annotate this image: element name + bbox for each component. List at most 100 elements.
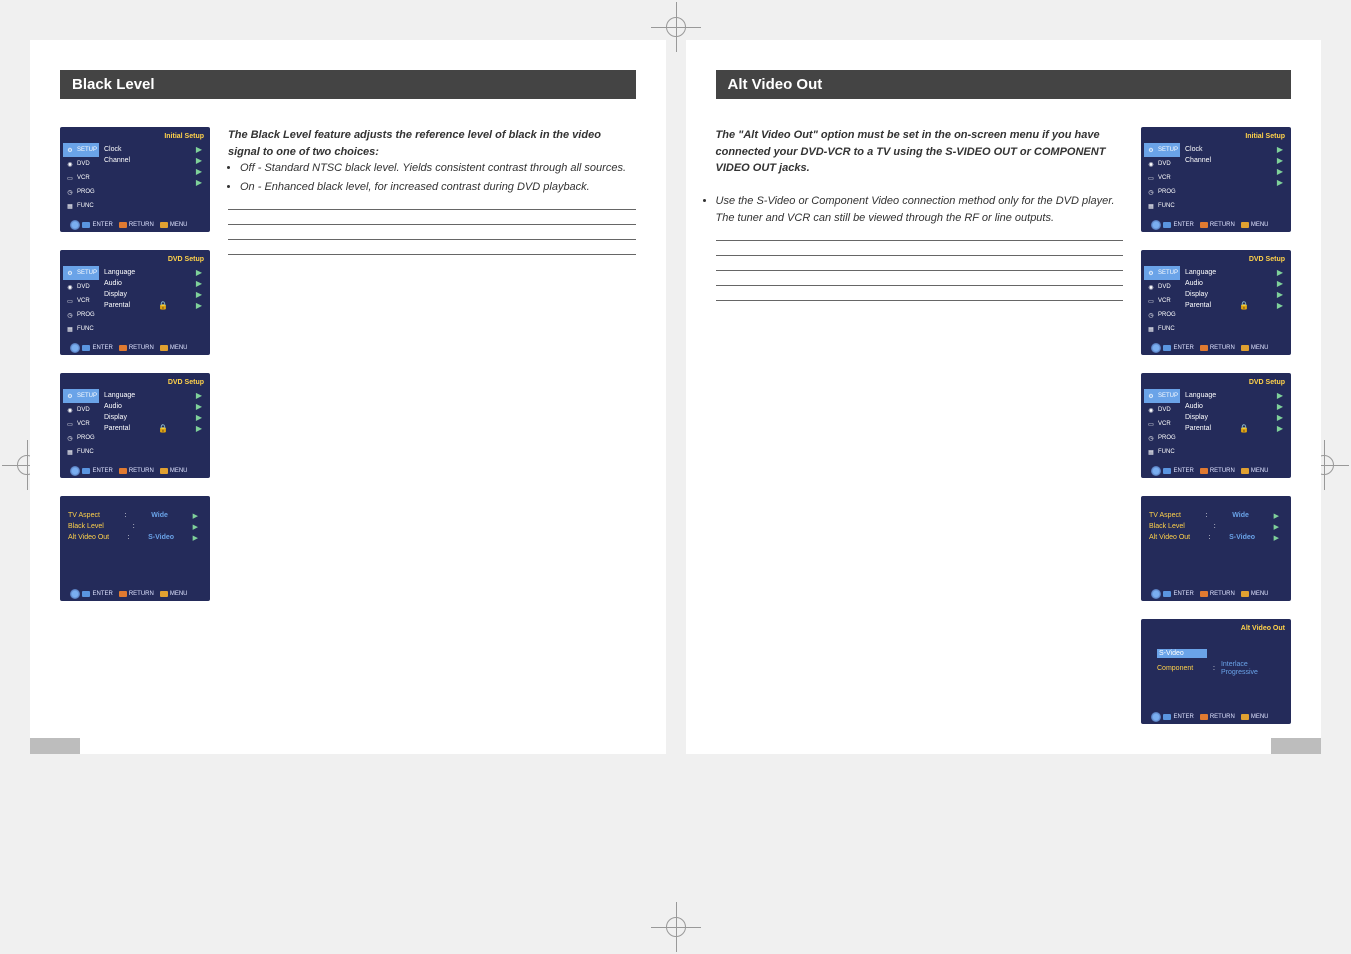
osd-sidebar: ⚙SETUP ◉DVD ▭VCR ◷PROG ▦FUNC [63, 143, 99, 213]
altvideo-intro: The "Alt Video Out" option must be set i… [716, 127, 1124, 177]
osd-footer: ENTER RETURN MENU [1141, 343, 1291, 353]
sb-func: ▦FUNC [1144, 445, 1180, 459]
two-page-spread: Black Level Initial Setup ⚙SETUP ◉DVD ▭V… [0, 0, 1351, 794]
sb-vcr: ▭VCR [1144, 294, 1180, 308]
osd-footer: ENTER RETURN MENU [60, 466, 210, 476]
right-arrow-icon: ▶ [1277, 391, 1283, 400]
osd-initial-setup: Initial Setup ⚙SETUP ◉DVD ▭VCR ◷PROG ▦FU… [60, 127, 210, 232]
osd-footer: ENTER RETURN MENU [1141, 712, 1291, 722]
divider [716, 255, 1124, 256]
sb-vcr: ▭VCR [63, 417, 99, 431]
sb-setup: ⚙SETUP [63, 389, 99, 403]
page-corner-box [1271, 738, 1321, 754]
sb-vcr: ▭VCR [63, 171, 99, 185]
display-submenu: TV Aspect:Wide▶ Black Level: ▶ Alt Video… [68, 512, 198, 542]
sb-dvd: ◉DVD [1144, 280, 1180, 294]
sb-vcr: ▭VCR [63, 294, 99, 308]
divider [228, 254, 636, 255]
divider [228, 209, 636, 210]
left-osd-column: Initial Setup ⚙SETUP ◉DVD ▭VCR ◷PROG ▦FU… [60, 127, 210, 601]
right-text-column: The "Alt Video Out" option must be set i… [716, 127, 1124, 724]
right-osd-column: Initial Setup ⚙SETUP ◉DVD ▭VCR ◷PROG ▦FU… [1141, 127, 1291, 724]
right-arrow-icon: ▶ [193, 512, 198, 520]
altvideo-bullet: Use the S-Video or Component Video conne… [716, 193, 1124, 226]
sb-func: ▦FUNC [1144, 322, 1180, 336]
option-off: Off - Standard NTSC black level. Yields … [240, 160, 636, 177]
sb-dvd: ◉DVD [63, 157, 99, 171]
black-level-intro: The Black Level feature adjusts the refe… [228, 127, 636, 160]
sb-func: ▦FUNC [1144, 199, 1180, 213]
osd-footer: ENTER RETURN MENU [60, 589, 210, 599]
option-component: Component [1157, 665, 1207, 672]
sb-prog: ◷PROG [1144, 185, 1180, 199]
osd-menu-list: Language▶ Audio▶ Display▶ Parental🔒▶ [104, 268, 202, 310]
osd-sidebar: ⚙SETUP ◉DVD ▭VCR ◷PROG ▦FUNC [1144, 143, 1180, 213]
osd-title: DVD Setup [168, 256, 204, 263]
right-arrow-icon: ▶ [193, 523, 198, 531]
osd-footer: ENTER RETURN MENU [1141, 589, 1291, 599]
right-arrow-icon: ▶ [1277, 290, 1283, 299]
right-arrow-icon: ▶ [196, 268, 202, 277]
right-arrow-icon: ▶ [1277, 156, 1283, 165]
sb-func: ▦FUNC [63, 445, 99, 459]
right-section-title: Alt Video Out [716, 70, 1292, 99]
sb-dvd: ◉DVD [1144, 403, 1180, 417]
right-arrow-icon: ▶ [196, 413, 202, 422]
sb-setup: ⚙SETUP [63, 266, 99, 280]
sb-prog: ◷PROG [1144, 431, 1180, 445]
right-arrow-icon: ▶ [1277, 145, 1283, 154]
right-arrow-icon: ▶ [196, 279, 202, 288]
divider [228, 239, 636, 240]
osd-sidebar: ⚙SETUP ◉DVD ▭VCR ◷PROG ▦FUNC [63, 266, 99, 336]
right-arrow-icon: ▶ [1274, 523, 1279, 531]
lock-icon: 🔒 [158, 301, 168, 310]
sb-dvd: ◉DVD [63, 280, 99, 294]
osd-footer: ENTER RETURN MENU [60, 220, 210, 230]
right-arrow-icon: ▶ [196, 424, 202, 433]
osd-title: DVD Setup [1249, 256, 1285, 263]
osd-title: Initial Setup [1245, 133, 1285, 140]
display-submenu: TV Aspect:Wide▶ Black Level: ▶ Alt Video… [1149, 512, 1279, 542]
right-arrow-icon: ▶ [1277, 268, 1283, 277]
sb-func: ▦FUNC [63, 199, 99, 213]
right-arrow-icon: ▶ [1277, 178, 1283, 187]
left-text-column: The Black Level feature adjusts the refe… [228, 127, 636, 601]
right-arrow-icon: ▶ [1277, 167, 1283, 176]
right-arrow-icon: ▶ [1274, 512, 1279, 520]
osd-display-menu: TV Aspect:Wide▶ Black Level: ▶ Alt Video… [60, 496, 210, 601]
divider [716, 285, 1124, 286]
divider [716, 300, 1124, 301]
osd-title: Alt Video Out [1241, 625, 1285, 632]
divider [716, 270, 1124, 271]
right-arrow-icon: ▶ [1277, 279, 1283, 288]
right-arrow-icon: ▶ [1277, 424, 1283, 433]
right-arrow-icon: ▶ [1274, 534, 1279, 542]
right-arrow-icon: ▶ [196, 178, 202, 187]
osd-footer: ENTER RETURN MENU [1141, 466, 1291, 476]
sb-dvd: ◉DVD [1144, 157, 1180, 171]
sb-prog: ◷PROG [63, 431, 99, 445]
osd-title: DVD Setup [168, 379, 204, 386]
osd-dvd-setup-1: DVD Setup ⚙SETUP ◉DVD ▭VCR ◷PROG ▦FUNC L… [60, 250, 210, 355]
osd-menu-list: Language▶ Audio▶ Display▶ Parental🔒▶ [104, 391, 202, 433]
osd-sidebar: ⚙SETUP ◉DVD ▭VCR ◷PROG ▦FUNC [1144, 389, 1180, 459]
right-arrow-icon: ▶ [193, 534, 198, 542]
sb-setup: ⚙SETUP [63, 143, 99, 157]
osd-menu-list: Clock▶ Channel▶ ▶ ▶ [1185, 145, 1283, 187]
osd-menu-list: Clock▶ Channel▶ ▶ ▶ [104, 145, 202, 187]
altvideo-bullets: Use the S-Video or Component Video conne… [716, 193, 1124, 226]
sb-prog: ◷PROG [63, 185, 99, 199]
osd-footer: ENTER RETURN MENU [60, 343, 210, 353]
left-section-title: Black Level [60, 70, 636, 99]
right-arrow-icon: ▶ [1277, 301, 1283, 310]
right-arrow-icon: ▶ [196, 167, 202, 176]
osd-footer: ENTER RETURN MENU [1141, 220, 1291, 230]
crop-mark-bottom [651, 902, 701, 952]
right-arrow-icon: ▶ [1277, 402, 1283, 411]
sb-func: ▦FUNC [63, 322, 99, 336]
option-on: On - Enhanced black level, for increased… [240, 179, 636, 196]
osd-sidebar: ⚙SETUP ◉DVD ▭VCR ◷PROG ▦FUNC [63, 389, 99, 459]
left-page: Black Level Initial Setup ⚙SETUP ◉DVD ▭V… [30, 40, 666, 754]
sb-prog: ◷PROG [63, 308, 99, 322]
osd-alt-video-out: Alt Video Out S-Video Component : Interl… [1141, 619, 1291, 724]
